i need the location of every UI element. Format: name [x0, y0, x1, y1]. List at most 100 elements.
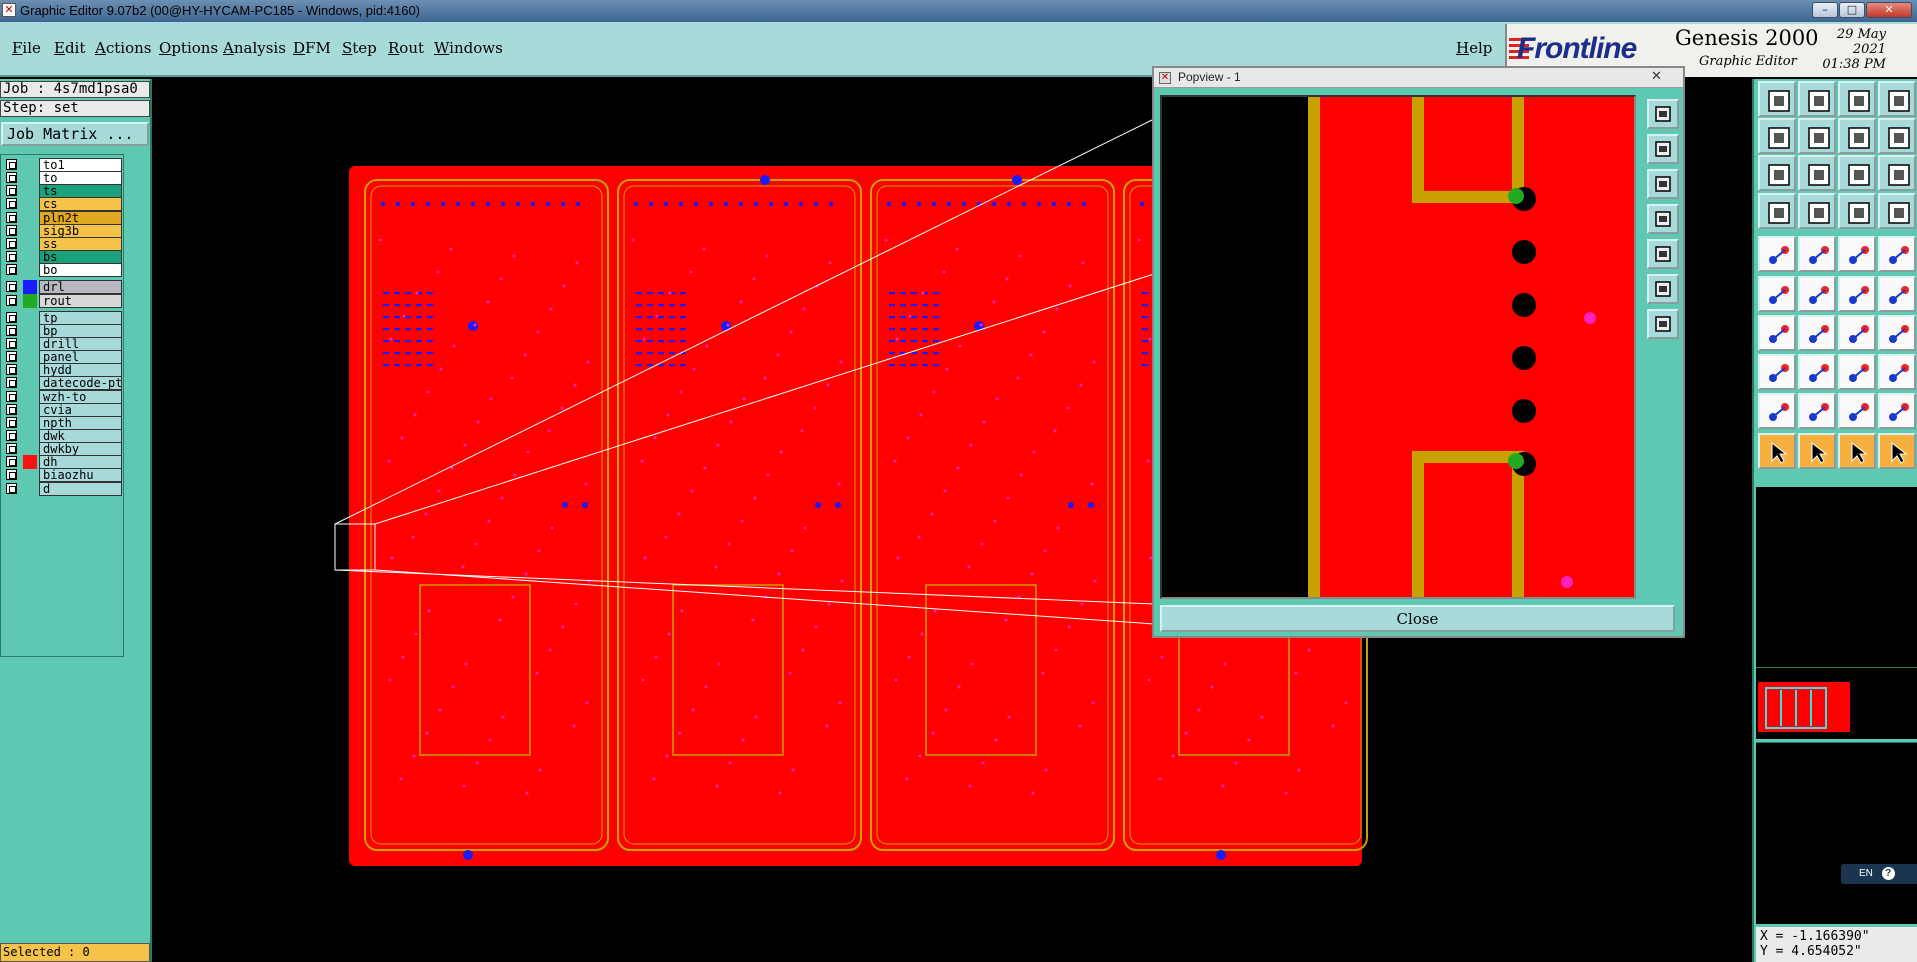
popview-window[interactable]: Popview - 1 ✕ ✕ Close [1152, 66, 1685, 638]
layer-row-drl[interactable]: drl [3, 280, 122, 295]
add-via-icon[interactable] [1878, 236, 1916, 272]
ime-indicator[interactable]: EN ? [1841, 864, 1917, 884]
layer-row-bs[interactable]: bs [3, 250, 122, 265]
layer-name[interactable]: bo [39, 263, 122, 278]
layer-row-cvia[interactable]: cvia [3, 402, 122, 417]
layer-checkbox[interactable] [6, 377, 17, 389]
minus-icon[interactable] [1798, 354, 1836, 390]
draw-line-icon[interactable] [1758, 315, 1796, 351]
layer-row-dh[interactable]: dh [3, 455, 122, 470]
layer-row-drill[interactable]: drill [3, 336, 122, 351]
layer-name[interactable]: d [39, 481, 122, 496]
layer-checkbox[interactable] [6, 172, 17, 184]
layer-name[interactable]: dh [39, 455, 122, 470]
menu-windows[interactable]: Windows [434, 39, 503, 57]
layer-row-panel[interactable]: panel [3, 350, 122, 365]
layer-row-ss[interactable]: ss [3, 236, 122, 251]
layer-row-to1[interactable]: to1 [3, 158, 122, 172]
move-icon[interactable] [1758, 354, 1796, 390]
layer-name[interactable]: sig3b [39, 223, 122, 238]
layer-name[interactable]: cvia [39, 402, 122, 417]
cross-icon[interactable] [1798, 276, 1836, 312]
layer-checkbox[interactable] [6, 294, 17, 306]
popview-close-button[interactable]: Close [1160, 605, 1675, 632]
swap-icon[interactable] [1838, 118, 1876, 154]
measure-icon[interactable] [1758, 193, 1796, 229]
layer-checkbox[interactable] [6, 403, 17, 415]
menu-file[interactable]: File [12, 39, 41, 57]
layer-checkbox[interactable] [6, 416, 17, 428]
pan-right-icon[interactable] [1647, 239, 1679, 269]
layer-name[interactable]: rout [39, 293, 122, 308]
menu-help[interactable]: Help [1456, 39, 1492, 57]
layer-checkbox[interactable] [6, 211, 17, 223]
route-icon[interactable] [1838, 276, 1876, 312]
load-icon[interactable] [1758, 81, 1796, 117]
layer-name[interactable]: to1 [39, 158, 122, 172]
layer-name[interactable]: panel [39, 350, 122, 365]
layer-checkbox[interactable] [6, 351, 17, 363]
layer-name[interactable]: hydd [39, 363, 122, 378]
pan-left-icon[interactable] [1647, 204, 1679, 234]
snap-pad-icon[interactable] [1878, 193, 1916, 229]
menu-step[interactable]: Step [342, 39, 377, 57]
layer-row-wzh-to[interactable]: wzh-to [3, 389, 122, 404]
layer-checkbox[interactable] [6, 264, 17, 276]
add-pad-icon[interactable] [1758, 236, 1796, 272]
layer-row-biaozhu[interactable]: biaozhu [3, 468, 122, 483]
layer-row-bo[interactable]: bo [3, 263, 122, 278]
select-multi-icon[interactable] [1878, 433, 1916, 469]
layer-row-cs[interactable]: cs [3, 197, 122, 212]
save-icon[interactable] [1798, 81, 1836, 117]
layer-name[interactable]: dwk [39, 429, 122, 443]
layer-checkbox[interactable] [6, 237, 17, 249]
layer-row-tp[interactable]: tp [3, 310, 122, 325]
layer-checkbox[interactable] [6, 469, 17, 481]
zoom-fit-icon[interactable] [1647, 99, 1679, 129]
layer-name[interactable]: pln2t [39, 210, 122, 225]
layer-row-rout[interactable]: rout [3, 293, 122, 308]
layer-checkbox[interactable] [6, 324, 17, 336]
zoom-area-icon[interactable] [1647, 274, 1679, 304]
menu-rout[interactable]: Rout [388, 39, 424, 57]
layer-checkbox[interactable] [6, 364, 17, 376]
layer-name[interactable]: tp [39, 310, 122, 325]
layer-checkbox[interactable] [6, 443, 17, 455]
layer-name[interactable]: biaozhu [39, 468, 122, 483]
layer-checkbox[interactable] [6, 281, 17, 293]
layer-checkbox[interactable] [6, 311, 17, 323]
home-icon[interactable] [1838, 81, 1876, 117]
add-text-icon[interactable] [1838, 236, 1876, 272]
layer-row-sig3b[interactable]: sig3b [3, 223, 122, 238]
menu-options[interactable]: Options [159, 39, 218, 57]
layer-row-bp[interactable]: bp [3, 323, 122, 338]
draw-diag-icon[interactable] [1798, 315, 1836, 351]
layer-row-pln2t[interactable]: pln2t [3, 210, 122, 225]
snap-icon[interactable] [1838, 193, 1876, 229]
menu-edit[interactable]: Edit [54, 39, 85, 57]
triangle-b-icon[interactable] [1838, 393, 1876, 429]
next-icon[interactable] [1798, 118, 1836, 154]
close-window-button[interactable]: ✕ [1866, 2, 1912, 18]
layer-name[interactable]: to [39, 171, 122, 186]
copy-icon[interactable] [1878, 354, 1916, 390]
layer-checkbox[interactable] [6, 185, 17, 197]
prev-icon[interactable] [1758, 118, 1796, 154]
zoom-home-icon[interactable] [1647, 309, 1679, 339]
query-icon[interactable] [1878, 155, 1916, 191]
minimize-button[interactable]: – [1812, 2, 1838, 18]
layer-name[interactable]: drill [39, 336, 122, 351]
layer-name[interactable]: dwkby [39, 442, 122, 457]
layer-row-to[interactable]: to [3, 171, 122, 186]
scale-icon[interactable] [1838, 155, 1876, 191]
grid-icon[interactable] [1798, 193, 1836, 229]
layer-checkbox[interactable] [6, 251, 17, 263]
layer-checkbox[interactable] [6, 198, 17, 210]
layer-row-hydd[interactable]: hydd [3, 363, 122, 378]
layer-row-dwkby[interactable]: dwkby [3, 442, 122, 457]
layer-name[interactable]: npth [39, 415, 122, 430]
layer-checkbox[interactable] [6, 482, 17, 494]
zoom-out-icon[interactable] [1647, 169, 1679, 199]
select-icon[interactable] [1758, 433, 1796, 469]
triangle-c-icon[interactable] [1878, 393, 1916, 429]
